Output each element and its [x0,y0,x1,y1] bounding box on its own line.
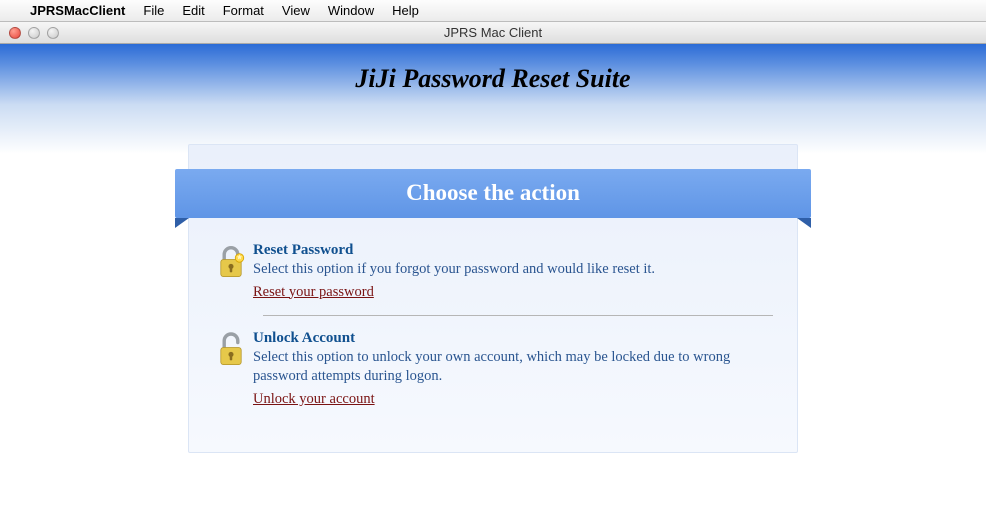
window-title-bar: JPRS Mac Client [0,22,986,44]
option-reset-password: Reset Password Select this option if you… [209,236,773,313]
option-unlock-account: Unlock Account Select this option to unl… [209,324,773,420]
app-body: JiJi Password Reset Suite Choose the act… [0,44,986,453]
panel-banner-text: Choose the action [175,169,811,218]
option-title: Unlock Account [253,330,773,347]
lock-closed-icon [209,242,253,287]
option-desc: Select this option if you forgot your pa… [253,260,773,280]
option-desc: Select this option to unlock your own ac… [253,348,773,387]
menu-view[interactable]: View [282,3,310,18]
unlock-account-link[interactable]: Unlock your account [253,391,375,407]
menu-help[interactable]: Help [392,3,419,18]
menu-format[interactable]: Format [223,3,264,18]
menu-edit[interactable]: Edit [182,3,204,18]
lock-open-icon [209,330,253,375]
menubar-app-name[interactable]: JPRSMacClient [30,3,125,18]
app-title: JiJi Password Reset Suite [0,64,986,94]
divider [263,315,773,316]
reset-password-link[interactable]: Reset your password [253,284,374,300]
close-window-button[interactable] [9,27,21,39]
traffic-lights [9,27,59,39]
menu-file[interactable]: File [143,3,164,18]
menu-window[interactable]: Window [328,3,374,18]
action-panel: Choose the action [188,144,798,453]
app-header: JiJi Password Reset Suite [0,44,986,154]
panel-banner: Choose the action [175,169,811,218]
zoom-window-button[interactable] [47,27,59,39]
macos-menubar: JPRSMacClient File Edit Format View Wind… [0,0,986,22]
window-title: JPRS Mac Client [0,25,986,40]
option-title: Reset Password [253,242,773,259]
minimize-window-button[interactable] [28,27,40,39]
